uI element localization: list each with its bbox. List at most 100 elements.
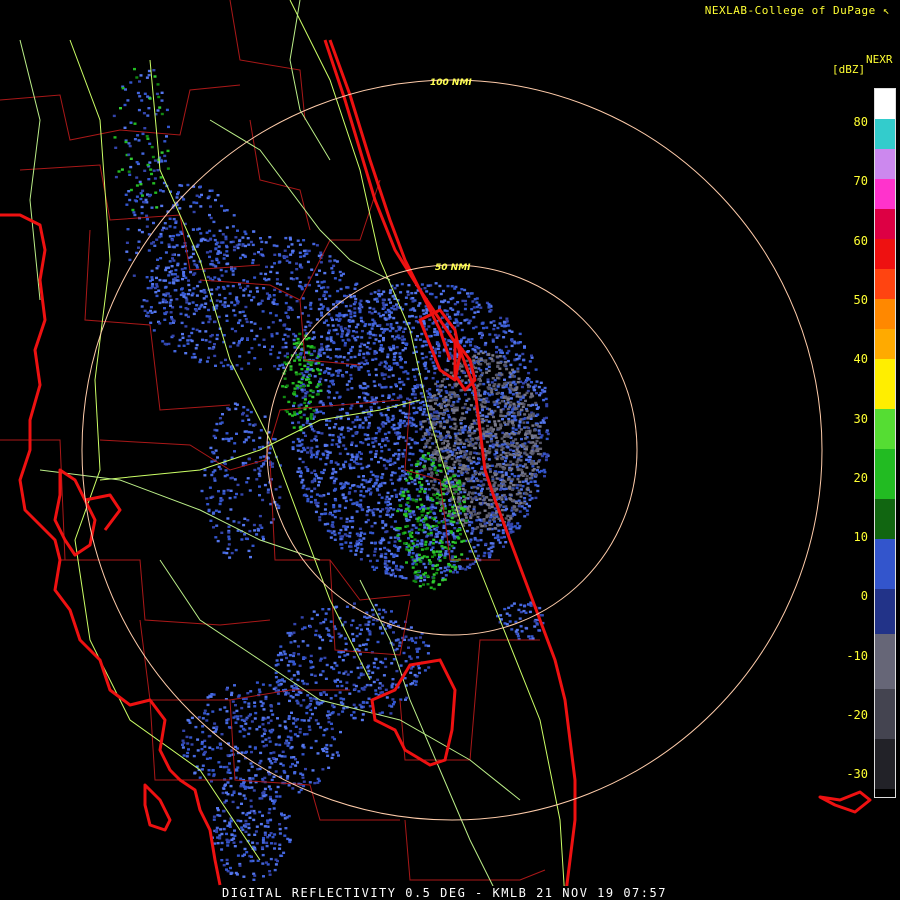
echo-pixel <box>474 442 478 445</box>
echo-pixel <box>435 415 439 418</box>
echo-pixel <box>456 492 460 496</box>
echo-pixel <box>483 390 487 393</box>
echo-pixel <box>355 456 359 459</box>
echo-pixel <box>485 326 489 329</box>
echo-pixel <box>450 516 454 520</box>
echo-pixel <box>517 424 521 427</box>
echo-pixel <box>373 310 377 313</box>
echo-pixel <box>438 284 442 288</box>
echo-pixel <box>228 345 232 348</box>
echo-pixel <box>486 363 489 366</box>
echo-pixel <box>285 410 289 414</box>
echo-pixel <box>302 249 306 253</box>
echo-pixel <box>387 541 391 544</box>
echo-pixel <box>319 261 323 264</box>
echo-pixel <box>499 349 503 352</box>
echo-pixel <box>329 476 333 480</box>
echo-pixel <box>518 492 522 495</box>
echo-pixel <box>401 465 404 468</box>
echo-pixel <box>450 427 454 430</box>
echo-pixel <box>447 529 450 533</box>
echo-pixel <box>396 549 400 552</box>
echo-pixel <box>373 298 377 301</box>
echo-pixel <box>426 547 429 550</box>
echo-pixel <box>515 508 519 511</box>
echo-pixel <box>147 249 151 252</box>
echo-pixel <box>432 411 436 414</box>
echo-pixel <box>374 658 378 661</box>
echo-pixel <box>305 682 309 686</box>
echo-pixel <box>432 415 436 418</box>
echo-pixel <box>471 492 474 495</box>
echo-pixel <box>486 392 490 395</box>
echo-pixel <box>391 482 394 485</box>
echo-pixel <box>485 371 489 374</box>
echo-pixel <box>292 404 295 408</box>
echo-pixel <box>328 433 332 437</box>
echo-pixel <box>427 666 431 669</box>
echo-pixel <box>495 493 499 496</box>
echo-pixel <box>523 393 527 397</box>
echo-pixel <box>461 484 465 487</box>
echo-pixel <box>318 298 322 301</box>
echo-pixel <box>481 427 485 430</box>
echo-pixel <box>354 431 358 434</box>
echo-pixel <box>515 386 519 389</box>
echo-pixel <box>516 367 520 370</box>
echo-pixel <box>381 684 385 687</box>
echo-pixel <box>395 284 399 287</box>
echo-pixel <box>351 345 354 349</box>
echo-pixel <box>250 329 254 332</box>
echo-pixel <box>507 486 511 489</box>
echo-pixel <box>195 343 199 347</box>
echo-pixel <box>294 335 298 338</box>
echo-pixel <box>194 347 198 350</box>
echo-pixel <box>361 700 365 704</box>
echo-pixel <box>439 406 443 409</box>
echo-pixel <box>221 285 225 289</box>
echo-pixel <box>485 397 489 400</box>
echo-pixel <box>366 370 370 373</box>
echo-pixel <box>368 451 372 454</box>
echo-pixel <box>145 276 149 279</box>
echo-pixel <box>173 289 177 292</box>
echo-pixel <box>164 266 168 269</box>
echo-pixel <box>384 498 388 501</box>
echo-pixel <box>405 696 409 700</box>
echo-pixel <box>370 525 374 528</box>
echo-pixel <box>478 394 482 397</box>
echo-pixel <box>346 364 349 367</box>
echo-pixel <box>405 479 409 482</box>
echo-pixel <box>285 384 289 387</box>
echo-pixel <box>283 255 287 259</box>
echo-pixel <box>237 341 241 345</box>
echo-pixel <box>433 417 437 421</box>
echo-pixel <box>313 415 316 418</box>
echo-pixel <box>190 339 194 343</box>
echo-pixel <box>411 552 415 555</box>
echo-pixel <box>335 260 339 263</box>
echo-pixel <box>493 527 497 530</box>
echo-pixel <box>386 355 390 359</box>
echo-pixel <box>432 483 436 487</box>
echo-pixel <box>453 313 457 316</box>
echo-pixel <box>382 377 386 380</box>
echo-pixel <box>303 388 306 391</box>
echo-pixel <box>330 666 334 669</box>
echo-pixel <box>517 489 521 492</box>
echo-pixel <box>225 226 229 229</box>
echo-pixel <box>529 451 533 454</box>
echo-pixel <box>206 239 210 242</box>
echo-pixel <box>451 296 455 300</box>
echo-pixel <box>292 338 296 342</box>
echo-pixel <box>370 458 374 461</box>
echo-pixel <box>275 332 279 335</box>
echo-pixel <box>479 363 483 366</box>
echo-pixel <box>491 518 495 521</box>
echo-pixel <box>454 425 458 428</box>
echo-pixel <box>301 297 305 300</box>
echo-pixel <box>358 426 362 429</box>
echo-pixel <box>479 492 483 495</box>
echo-pixel <box>518 480 522 484</box>
echo-pixel <box>486 380 490 384</box>
